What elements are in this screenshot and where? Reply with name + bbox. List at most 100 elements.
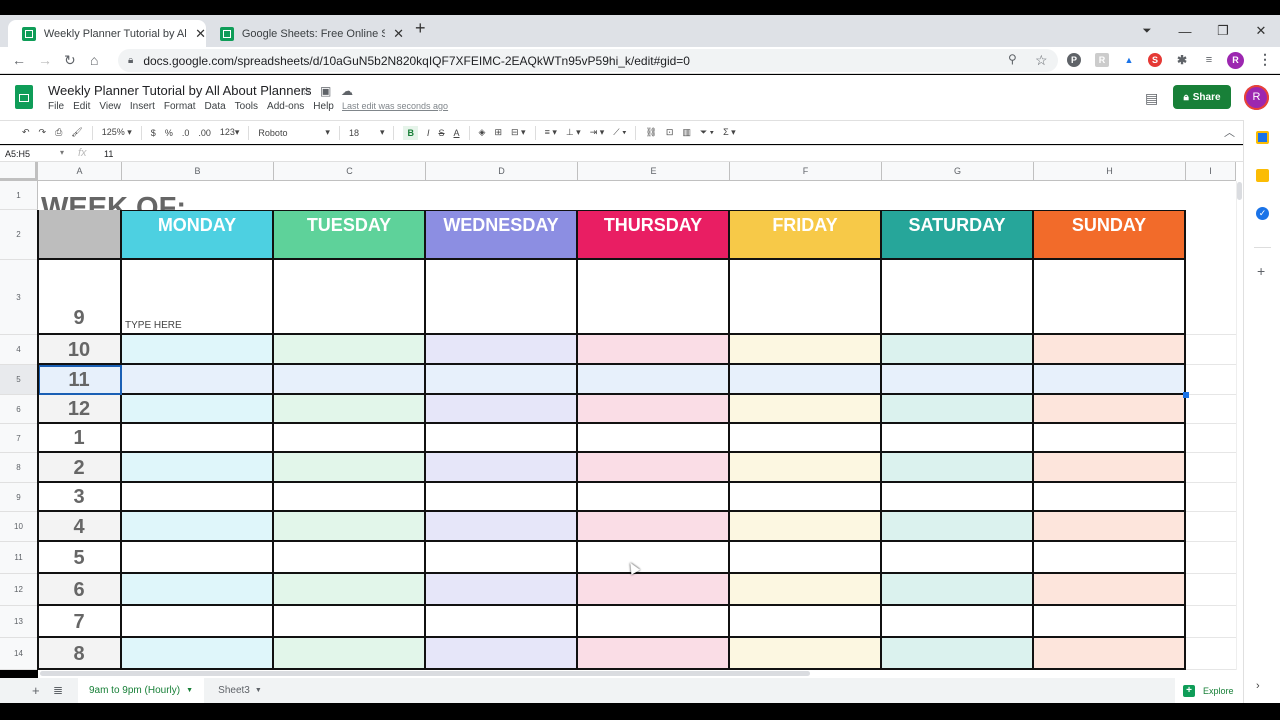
planner-cell[interactable]: [426, 395, 578, 424]
planner-cell[interactable]: [1034, 365, 1186, 395]
all-sheets-icon[interactable]: ≣: [53, 683, 63, 697]
day-header-monday[interactable]: MONDAY: [122, 211, 274, 260]
chevron-down-icon[interactable]: ▾: [325, 127, 330, 138]
hour-cell-4[interactable]: 4: [38, 512, 122, 542]
planner-cell[interactable]: [578, 395, 730, 424]
column-header-a[interactable]: A: [38, 162, 122, 181]
row-header-9[interactable]: 9: [0, 483, 38, 512]
planner-cell[interactable]: [730, 574, 882, 606]
planner-cell[interactable]: [274, 395, 426, 424]
planner-cell[interactable]: [882, 638, 1034, 670]
formula-input[interactable]: 11: [104, 149, 113, 159]
planner-cell[interactable]: [578, 638, 730, 670]
planner-cell[interactable]: [122, 483, 274, 512]
day-header-saturday[interactable]: SATURDAY: [882, 211, 1034, 260]
calendar-icon[interactable]: [1256, 131, 1269, 144]
close-window-button[interactable]: ✕: [1242, 23, 1280, 39]
expand-side-panel-icon[interactable]: ›: [1256, 680, 1260, 692]
sheet-tab-sheet3[interactable]: Sheet3 ▼: [210, 678, 270, 703]
column-header-f[interactable]: F: [730, 162, 882, 181]
planner-cell[interactable]: [122, 335, 274, 365]
row-header-2[interactable]: 2: [0, 210, 38, 260]
address-bar[interactable]: 🔒︎ docs.google.com/spreadsheets/d/10aGuN…: [118, 49, 1058, 72]
row-header-10[interactable]: 10: [0, 512, 38, 542]
insert-chart-icon[interactable]: ▥: [682, 127, 691, 138]
column-header-e[interactable]: E: [578, 162, 730, 181]
planner-cell[interactable]: [882, 395, 1034, 424]
last-edit-link[interactable]: Last edit was seconds ago: [342, 101, 448, 111]
row-header-11[interactable]: 11: [0, 542, 38, 574]
planner-cell[interactable]: [578, 335, 730, 365]
menu-tools[interactable]: Tools: [235, 101, 258, 112]
planner-cell[interactable]: [1034, 260, 1186, 335]
planner-cell[interactable]: [882, 542, 1034, 574]
planner-cell[interactable]: [1034, 453, 1186, 483]
menu-data[interactable]: Data: [205, 101, 226, 112]
browser-tab[interactable]: Google Sheets: Free Online Spreadsheet E…: [206, 20, 404, 47]
italic-button[interactable]: I: [427, 128, 430, 138]
empty-cell[interactable]: [1186, 335, 1236, 365]
planner-cell[interactable]: [274, 483, 426, 512]
star-icon[interactable]: ☆: [301, 84, 312, 98]
row-header-4[interactable]: 4: [0, 335, 38, 365]
planner-cell[interactable]: [730, 424, 882, 453]
reload-icon[interactable]: ↻: [64, 52, 76, 69]
hour-cell-11[interactable]: 11: [38, 365, 122, 395]
close-tab-icon[interactable]: ✕: [393, 26, 404, 42]
column-header-g[interactable]: G: [882, 162, 1034, 181]
planner-cell[interactable]: [122, 453, 274, 483]
planner-cell[interactable]: [426, 260, 578, 335]
planner-cell[interactable]: [426, 542, 578, 574]
planner-cell[interactable]: [730, 512, 882, 542]
hour-cell-12[interactable]: 12: [38, 395, 122, 424]
back-icon[interactable]: ←: [12, 52, 26, 68]
comment-history-icon[interactable]: ▤: [1145, 90, 1158, 107]
document-title[interactable]: Weekly Planner Tutorial by All About Pla…: [48, 83, 312, 98]
insert-link-icon[interactable]: ⛓: [645, 127, 656, 138]
add-addon-icon[interactable]: +: [1257, 263, 1265, 279]
planner-cell[interactable]: [578, 483, 730, 512]
print-icon[interactable]: ⎙: [55, 127, 62, 138]
planner-cell[interactable]: [426, 638, 578, 670]
borders-icon[interactable]: ⊞: [494, 127, 502, 138]
share-button[interactable]: 🔒︎ Share: [1173, 85, 1231, 109]
filter-icon[interactable]: ⏷ ▾: [700, 127, 714, 138]
planner-cell[interactable]: [426, 453, 578, 483]
row-header-5[interactable]: 5: [0, 365, 38, 395]
chevron-down-icon[interactable]: ▾: [60, 148, 64, 157]
undo-icon[interactable]: ↶: [22, 127, 30, 138]
merge-cells-icon[interactable]: ⊟ ▾: [511, 127, 526, 138]
row-header-1[interactable]: 1: [0, 181, 38, 210]
move-folder-icon[interactable]: ▣: [320, 84, 331, 98]
planner-cell[interactable]: [122, 424, 274, 453]
minimize-button[interactable]: —: [1166, 24, 1204, 39]
planner-cell[interactable]: [426, 335, 578, 365]
row-header-6[interactable]: 6: [0, 395, 38, 424]
hour-cell-3[interactable]: 3: [38, 483, 122, 512]
planner-cell[interactable]: [882, 453, 1034, 483]
hour-cell-8[interactable]: 8: [38, 638, 122, 670]
planner-cell[interactable]: [274, 574, 426, 606]
planner-cell[interactable]: [1034, 424, 1186, 453]
menu-format[interactable]: Format: [164, 101, 196, 112]
keep-icon[interactable]: [1256, 169, 1269, 182]
close-tab-icon[interactable]: ✕: [195, 26, 206, 42]
planner-cell[interactable]: [274, 512, 426, 542]
menu-view[interactable]: View: [99, 101, 121, 112]
bookmark-star-icon[interactable]: ☆: [1035, 52, 1048, 69]
planner-cell[interactable]: [122, 542, 274, 574]
planner-cell[interactable]: [1034, 512, 1186, 542]
extension-icon[interactable]: R: [1095, 53, 1109, 67]
bold-button[interactable]: B: [403, 125, 418, 140]
planner-cell[interactable]: [122, 512, 274, 542]
hour-cell-6[interactable]: 6: [38, 574, 122, 606]
select-all-corner[interactable]: [0, 162, 38, 181]
zoom-icon[interactable]: ⚲: [1008, 52, 1017, 66]
currency-button[interactable]: $: [151, 128, 156, 138]
hour-cell-9[interactable]: 9: [38, 260, 122, 335]
planner-cell[interactable]: [730, 453, 882, 483]
sheets-logo-icon[interactable]: [15, 85, 33, 109]
planner-cell[interactable]: [730, 335, 882, 365]
fill-color-icon[interactable]: ◈: [479, 127, 486, 138]
planner-cell[interactable]: [274, 606, 426, 638]
